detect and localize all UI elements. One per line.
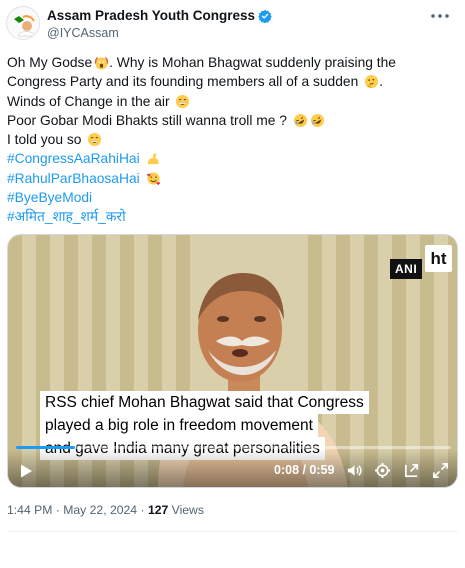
fullscreen-icon[interactable] <box>432 462 449 479</box>
avatar[interactable] <box>6 6 40 40</box>
tweet-meta: 1:44 PM · May 22, 2024 · 127 Views <box>7 503 204 517</box>
tweet-text-line-2: Congress Party and its founding members … <box>7 74 359 90</box>
thinking-face-emoji-icon <box>365 75 379 89</box>
video-progress-bar[interactable] <box>16 446 451 449</box>
author-handle[interactable]: @IYCAssam <box>47 26 119 40</box>
ani-logo: ANI <box>390 259 423 279</box>
hashtag-link[interactable]: #ByeByeModi <box>7 190 92 205</box>
rofl-emoji-icon-2 <box>310 113 324 127</box>
tweet-text-line-1: Oh My Godse <box>7 55 93 70</box>
grinning-face-emoji-icon <box>176 94 190 108</box>
hashtag-link[interactable]: #अमित_शाह_शर्म_करो <box>7 209 126 224</box>
video-caption-line-2: played a big role in freedom movement <box>40 414 318 437</box>
flexed-biceps-emoji-icon <box>147 153 159 165</box>
tweet-text-line-2b: . <box>379 74 383 90</box>
divider <box>7 531 458 532</box>
tweet-text: Oh My Godse . Why is Mohan Bhagwat sudden… <box>7 53 457 227</box>
grinning-face-emoji-icon-2 <box>88 133 102 147</box>
tweet-text-line-5: I told you so <box>7 132 82 148</box>
screaming-face-emoji-icon <box>94 57 109 70</box>
tweet-text-line-3: Winds of Change in the air <box>7 93 170 109</box>
meta-separator-2: · <box>137 503 148 517</box>
hashtag-link[interactable]: #CongressAaRahiHai <box>7 151 140 166</box>
video-caption-line-1: RSS chief Mohan Bhagwat said that Congre… <box>40 391 369 414</box>
smiling-face-with-hearts-emoji-icon <box>146 172 160 185</box>
tweet-time[interactable]: 1:44 PM <box>7 503 52 517</box>
views-label: Views <box>168 503 204 517</box>
picture-in-picture-icon[interactable] <box>403 462 420 479</box>
tweet-text-line-4: Poor Gobar Modi Bhakts still wanna troll… <box>7 112 287 128</box>
video-progress-fill <box>16 446 76 449</box>
meta-separator: · <box>52 503 64 517</box>
settings-gear-icon[interactable] <box>374 462 391 479</box>
ht-logo: ht <box>425 245 452 272</box>
tweet-header: Assam Pradesh Youth Congress @IYCAssam <box>0 0 465 46</box>
tweet-date[interactable]: May 22, 2024 <box>63 503 137 517</box>
video-time: 0:08 / 0:59 <box>274 463 335 477</box>
more-options-icon[interactable] <box>429 8 451 24</box>
views-count: 127 <box>147 503 169 517</box>
volume-icon[interactable] <box>346 462 363 479</box>
hashtag-link[interactable]: #RahulParBhaosaHai <box>7 171 140 186</box>
play-icon[interactable] <box>18 463 34 479</box>
author-name[interactable]: Assam Pradesh Youth Congress <box>47 8 255 23</box>
tweet-text-line-1b: . Why is Mohan Bhagwat suddenly praising… <box>109 55 396 70</box>
video-player[interactable]: ANI ht RSS chief Mohan Bhagwat said that… <box>7 234 458 488</box>
rofl-emoji-icon <box>293 113 307 127</box>
verified-badge-icon <box>258 9 272 23</box>
